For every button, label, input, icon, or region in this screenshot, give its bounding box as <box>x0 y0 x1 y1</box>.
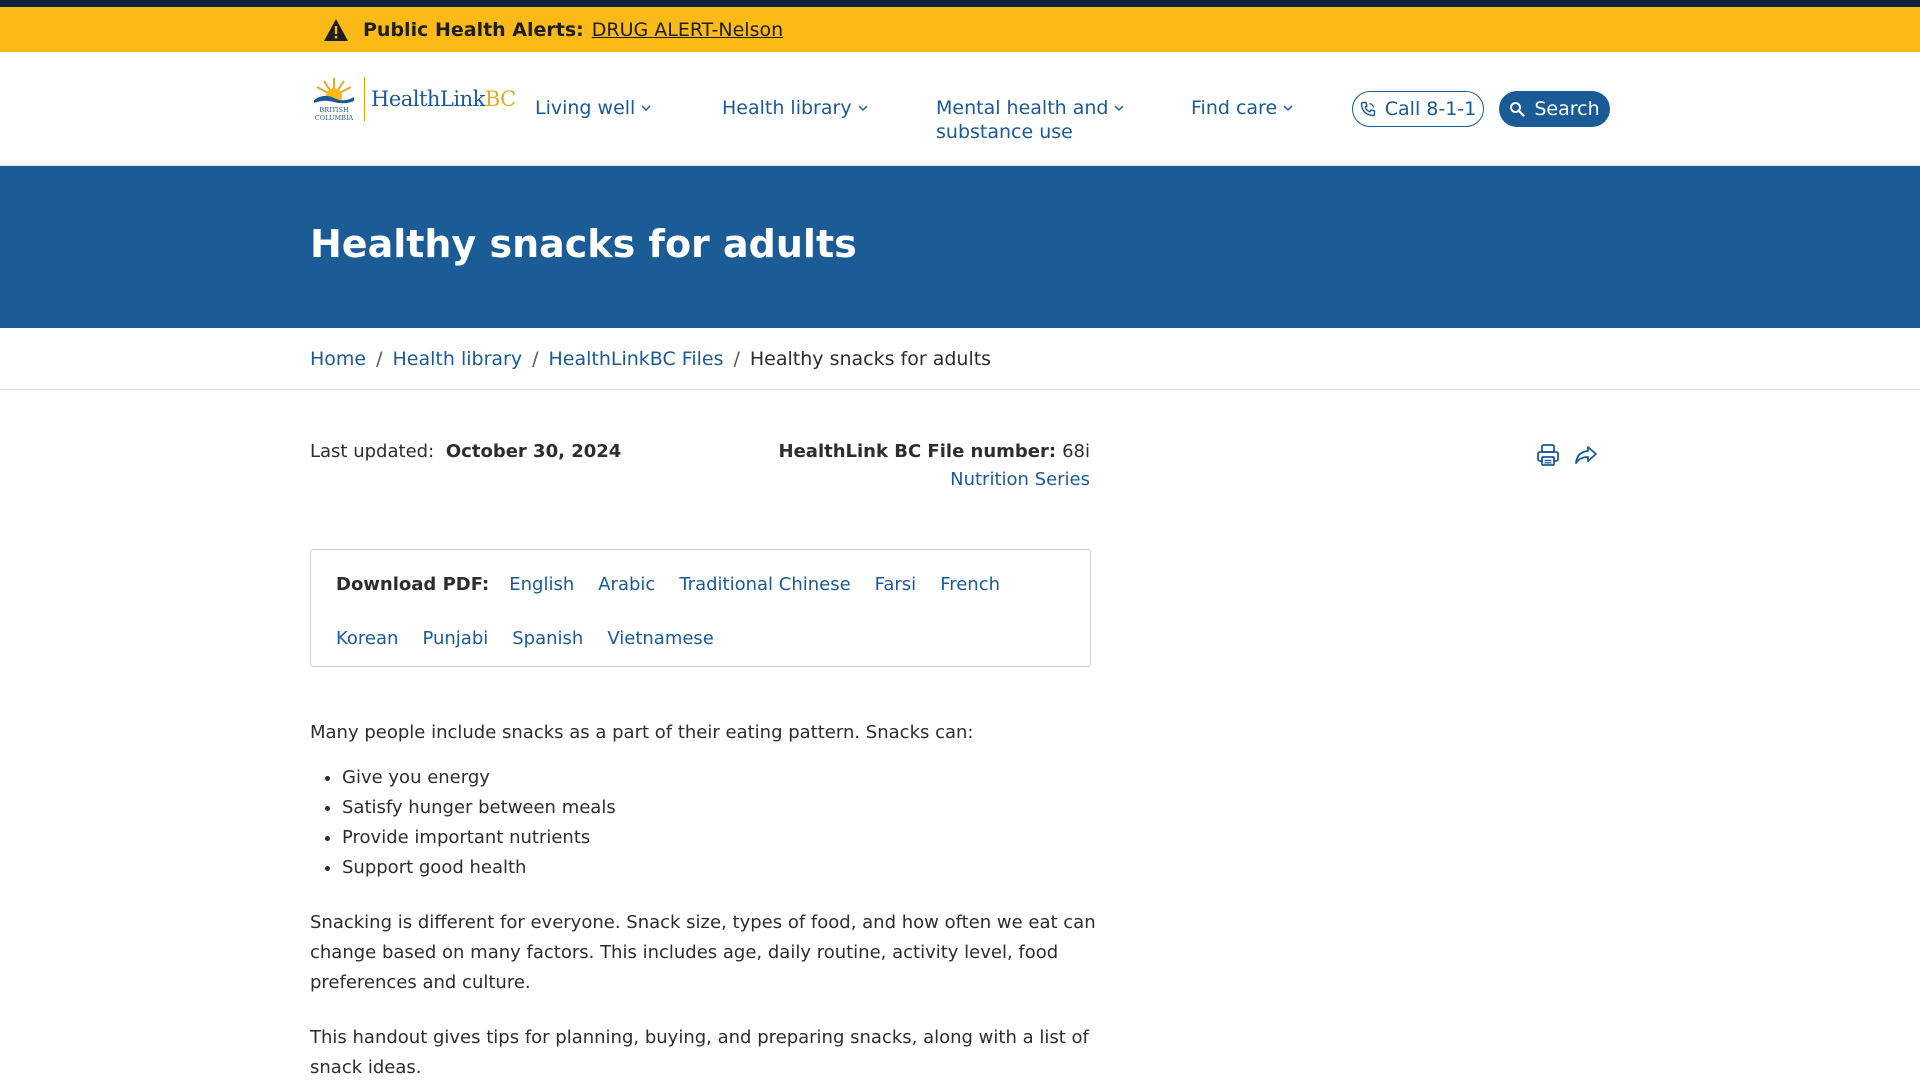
chevron-down-icon <box>641 105 651 111</box>
last-updated-value: October 30, 2024 <box>445 441 622 462</box>
nav-find-care-label: Find care <box>1191 97 1278 119</box>
page-hero: Healthy snacks for adults <box>0 166 1920 328</box>
search-button[interactable]: Search <box>1499 91 1610 127</box>
print-icon[interactable] <box>1535 442 1561 468</box>
breadcrumb-separator: / <box>733 348 740 370</box>
intro-paragraph: Many people include snacks as a part of … <box>310 722 974 743</box>
top-stripe <box>0 0 1920 7</box>
public-health-alert-bar: Public Health Alerts: DRUG ALERT-Nelson <box>0 7 1920 52</box>
nav-mental-health-label: Mental health and substance use <box>936 96 1108 144</box>
nav-mental-health-label-line2: substance use <box>936 121 1073 143</box>
logo-province-line1: BRITISH <box>319 106 349 114</box>
pdf-link-vietnamese[interactable]: Vietnamese <box>607 626 714 652</box>
snacking-paragraph: Snacking is different for everyone. Snac… <box>310 912 1096 993</box>
handout-paragraph: This handout gives tips for planning, bu… <box>310 1027 1089 1078</box>
logo-wordmark: HealthLinkBC <box>371 87 516 111</box>
article-body: Many people include snacks as a part of … <box>310 718 1100 1080</box>
nav-living-well[interactable]: Living well <box>535 96 651 120</box>
logo-name-accent: BC <box>484 87 516 111</box>
pdf-link-spanish[interactable]: Spanish <box>512 626 583 652</box>
alert-link[interactable]: DRUG ALERT-Nelson <box>592 19 783 41</box>
page-tools <box>1535 442 1599 468</box>
search-icon <box>1510 102 1525 117</box>
pdf-link-arabic[interactable]: Arabic <box>598 572 655 598</box>
breadcrumb-current: Healthy snacks for adults <box>749 348 992 370</box>
site-header: BRITISH COLUMBIA HealthLinkBC Living wel… <box>0 52 1920 166</box>
nav-health-library[interactable]: Health library <box>722 96 868 120</box>
page-title: Healthy snacks for adults <box>310 222 857 266</box>
nav-health-library-label: Health library <box>722 97 852 119</box>
logo-name-main: HealthLink <box>371 87 485 111</box>
breadcrumb-separator: / <box>376 348 383 370</box>
nutrition-series-link[interactable]: Nutrition Series <box>779 469 1090 490</box>
breadcrumb-healthlinkbc-files[interactable]: HealthLinkBC Files <box>548 348 723 370</box>
snack-benefits-list: Give you energy Satisfy hunger between m… <box>342 763 1100 883</box>
breadcrumb-home[interactable]: Home <box>310 348 366 370</box>
nav-living-well-label: Living well <box>535 97 636 119</box>
last-updated-label: Last updated: <box>310 441 435 462</box>
list-item: Give you energy <box>342 763 1100 793</box>
chevron-down-icon <box>1114 105 1124 111</box>
file-number-label: HealthLink BC File number: <box>778 441 1057 462</box>
list-item: Satisfy hunger between meals <box>342 793 1100 823</box>
pdf-link-punjabi[interactable]: Punjabi <box>422 626 488 652</box>
nav-mental-health-label-line1: Mental health and <box>936 97 1109 119</box>
pdf-link-english[interactable]: English <box>509 572 574 598</box>
download-pdf-box: Download PDF: English Arabic Traditional… <box>310 549 1091 667</box>
list-item: Support good health <box>342 853 1100 883</box>
chevron-down-icon <box>858 105 868 111</box>
bc-government-logo-icon: BRITISH COLUMBIA <box>314 78 354 122</box>
call-811-button[interactable]: Call 8-1-1 <box>1352 91 1484 127</box>
download-pdf-label: Download PDF: <box>336 574 490 595</box>
alert-label: Public Health Alerts: <box>363 18 584 41</box>
breadcrumb-separator: / <box>532 348 539 370</box>
pdf-link-farsi[interactable]: Farsi <box>875 572 917 598</box>
list-item: Provide important nutrients <box>342 823 1100 853</box>
pdf-link-korean[interactable]: Korean <box>336 626 398 652</box>
call-811-label: Call 8-1-1 <box>1384 98 1477 120</box>
nav-find-care[interactable]: Find care <box>1191 96 1293 120</box>
alert-content: Public Health Alerts: DRUG ALERT-Nelson <box>323 7 783 52</box>
warning-icon <box>324 18 348 41</box>
file-number-value: 68i <box>1062 441 1090 462</box>
phone-icon <box>1360 101 1375 117</box>
breadcrumb: Home / Health library / HealthLinkBC Fil… <box>0 328 1920 390</box>
breadcrumb-health-library[interactable]: Health library <box>393 348 523 370</box>
logo-divider <box>364 77 365 121</box>
nav-mental-health[interactable]: Mental health and substance use <box>936 96 1124 144</box>
last-updated: Last updated: October 30, 2024 <box>310 441 621 462</box>
download-pdf-list: Download PDF: English Arabic Traditional… <box>336 572 1065 652</box>
chevron-down-icon <box>1283 105 1293 111</box>
breadcrumb-list: Home / Health library / HealthLinkBC Fil… <box>310 348 991 370</box>
pdf-link-traditional-chinese[interactable]: Traditional Chinese <box>679 572 850 598</box>
logo-province-line2: COLUMBIA <box>315 114 354 122</box>
share-icon[interactable] <box>1573 442 1599 468</box>
pdf-link-french[interactable]: French <box>940 572 1000 598</box>
file-number: HealthLink BC File number: 68i <box>779 441 1090 462</box>
healthlinkbc-logo[interactable]: BRITISH COLUMBIA HealthLinkBC <box>310 74 516 124</box>
file-number-info: HealthLink BC File number: 68i Nutrition … <box>779 441 1090 490</box>
search-button-label: Search <box>1534 98 1600 120</box>
